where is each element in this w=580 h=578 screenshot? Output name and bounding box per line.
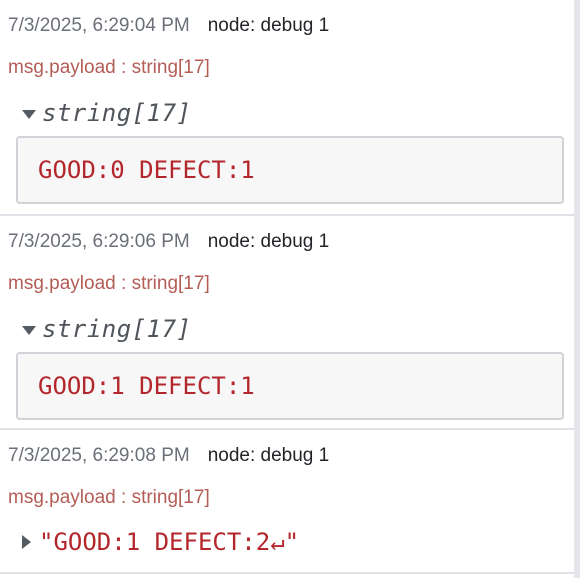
payload-tree-toggle[interactable]: string[17] — [22, 314, 192, 344]
message-node-link[interactable]: node: debug 1 — [208, 15, 330, 36]
debug-message: 7/3/2025, 6:29:04 PM node: debug 1 msg.pa… — [0, 0, 574, 216]
debug-message: 7/3/2025, 6:29:08 PM node: debug 1 msg.pa… — [0, 430, 574, 574]
payload-value: GOOD:0 DEFECT:1 — [38, 156, 255, 184]
payload-value-box: GOOD:0 DEFECT:1 — [16, 136, 564, 204]
payload-value-box: GOOD:1 DEFECT:1 — [16, 352, 564, 420]
payload-tree-toggle[interactable]: string[17] — [22, 98, 192, 128]
caret-down-icon[interactable] — [22, 325, 36, 335]
message-topic: msg.payload : string[17] — [8, 487, 210, 508]
message-timestamp: 7/3/2025, 6:29:06 PM — [8, 231, 190, 252]
message-meta: 7/3/2025, 6:29:04 PM node: debug 1 — [8, 13, 329, 39]
debug-message: 7/3/2025, 6:29:06 PM node: debug 1 msg.pa… — [0, 216, 574, 430]
payload-value: GOOD:1 DEFECT:1 — [38, 372, 255, 400]
message-timestamp: 7/3/2025, 6:29:04 PM — [8, 15, 190, 36]
message-node-link[interactable]: node: debug 1 — [208, 231, 330, 252]
payload-collapsed-toggle[interactable]: "GOOD:1 DEFECT:2↵" — [22, 527, 299, 557]
payload-type-label: string[17] — [42, 99, 192, 127]
caret-down-icon[interactable] — [22, 109, 36, 119]
message-topic: msg.payload : string[17] — [8, 273, 210, 294]
message-timestamp: 7/3/2025, 6:29:08 PM — [8, 445, 190, 466]
caret-right-icon[interactable] — [22, 535, 31, 549]
message-topic: msg.payload : string[17] — [8, 57, 210, 78]
payload-type-label: string[17] — [42, 315, 192, 343]
message-meta: 7/3/2025, 6:29:08 PM node: debug 1 — [8, 443, 329, 469]
debug-message-list: 7/3/2025, 6:29:04 PM node: debug 1 msg.pa… — [0, 0, 580, 578]
message-meta: 7/3/2025, 6:29:06 PM node: debug 1 — [8, 229, 329, 255]
message-node-link[interactable]: node: debug 1 — [208, 445, 330, 466]
payload-value-preview[interactable]: "GOOD:1 DEFECT:2↵" — [39, 528, 299, 556]
